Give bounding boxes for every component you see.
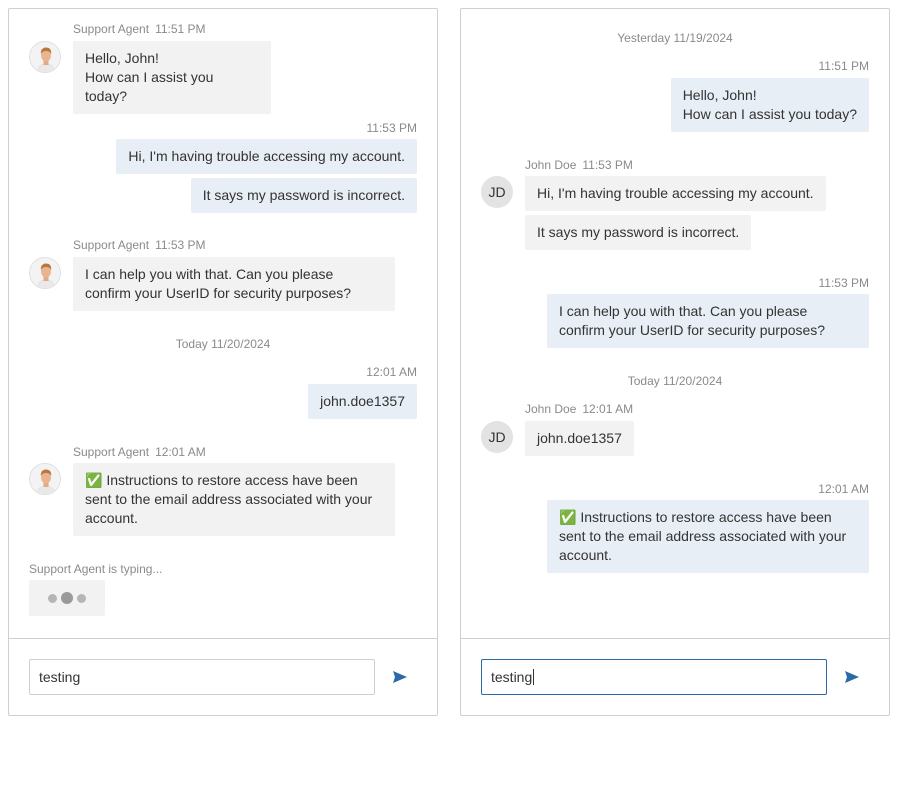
message-time: 11:53 PM [155,238,206,252]
message-input[interactable]: testing [481,659,827,695]
typing-status: Support Agent is typing... [29,562,163,576]
message-bubble: I can help you with that. Can you please… [73,257,395,311]
typing-indicator [29,580,105,616]
typing-dot [61,592,73,604]
message-line: It says my password is incorrect. [202,187,405,203]
sender-name: Support Agent [73,445,150,459]
message-list: Support Agent 11:51 PM Hello, John! How c… [9,9,437,641]
message-bubble: It says my password is incorrect. [525,215,752,250]
message-line: ✅ Instructions to restore access have be… [559,509,832,525]
message-bubble: ✅ Instructions to restore access have be… [73,463,395,536]
message-input[interactable]: testing [29,659,375,695]
message-line: It says my password is incorrect. [537,224,740,240]
message-line: account. [559,547,612,563]
message-line: account. [85,510,138,526]
message-bubble: Hi, I'm having trouble accessing my acco… [525,176,826,211]
message-meta: Support Agent 11:51 PM [73,22,206,36]
agent-avatar-icon [29,257,61,289]
avatar: JD [481,421,513,453]
message-line: confirm your UserID for security purpose… [559,322,826,338]
message-time: 12:01 AM [818,482,869,496]
sender-name: Support Agent [73,238,150,252]
message-bubble: john.doe1357 [308,384,417,419]
sender-name: Support Agent [73,22,150,36]
message-meta: Support Agent 11:53 PM [73,238,206,252]
message-line: Hello, John! [85,50,159,66]
chat-panel-right: Yesterday 11/19/2024 11:51 PM Hello, Joh… [460,8,890,716]
message-bubble: Hi, I'm having trouble accessing my acco… [116,139,417,174]
sender-name: John Doe [525,158,577,172]
message-bubble: I can help you with that. Can you please… [547,294,869,348]
composer: testing [461,638,889,715]
typing-dot [77,594,86,603]
input-value: testing [491,669,533,685]
agent-avatar-icon [29,463,61,495]
agent-avatar-icon [29,41,61,73]
message-line: john.doe1357 [320,393,405,409]
message-line: How can I assist you today? [85,69,214,104]
message-line: Hi, I'm having trouble accessing my acco… [128,148,405,164]
date-separator: Today 11/20/2024 [627,374,723,388]
message-time: 11:53 PM [582,158,633,172]
message-line: Hi, I'm having trouble accessing my acco… [537,185,814,201]
message-meta: John Doe 12:01 AM [525,402,633,416]
message-line: john.doe1357 [537,430,622,446]
typing-dot [48,594,57,603]
send-icon [393,671,407,683]
message-line: confirm your UserID for security purpose… [85,285,352,301]
message-line: ✅ Instructions to restore access have be… [85,472,358,488]
message-bubble: john.doe1357 [525,421,634,456]
message-bubble: It says my password is incorrect. [190,178,417,213]
message-line: I can help you with that. Can you please [559,303,808,319]
input-value: testing [39,669,81,685]
message-list: Yesterday 11/19/2024 11:51 PM Hello, Joh… [461,9,889,641]
message-meta: Support Agent 12:01 AM [73,445,206,459]
date-separator: Yesterday 11/19/2024 [617,31,733,45]
message-bubble: ✅ Instructions to restore access have be… [547,500,869,573]
message-line: I can help you with that. Can you please [85,266,334,282]
message-bubble: Hello, John! How can I assist you today? [670,78,869,132]
message-line: sent to the email address associated wit… [85,491,373,507]
message-bubble: Hello, John! How can I assist you today? [73,41,271,114]
send-button[interactable] [391,668,409,686]
message-time: 12:01 AM [366,365,417,379]
send-icon [845,671,859,683]
text-caret [533,669,535,685]
message-line: sent to the email address associated wit… [559,528,847,544]
message-time: 12:01 AM [155,445,206,459]
message-time: 11:51 PM [818,59,869,73]
message-time: 11:51 PM [155,22,206,36]
send-button[interactable] [843,668,861,686]
message-line: Hello, John! [682,87,757,103]
message-meta: John Doe 11:53 PM [525,158,633,172]
message-time: 11:53 PM [366,121,417,135]
message-time: 12:01 AM [582,402,634,416]
sender-name: John Doe [525,402,577,416]
chat-panel-left: Support Agent 11:51 PM Hello, John! How c… [8,8,438,716]
composer: testing [9,638,437,715]
date-separator: Today 11/20/2024 [175,337,271,351]
message-line: How can I assist you today? [682,106,857,122]
message-time: 11:53 PM [818,276,869,290]
avatar: JD [481,176,513,208]
